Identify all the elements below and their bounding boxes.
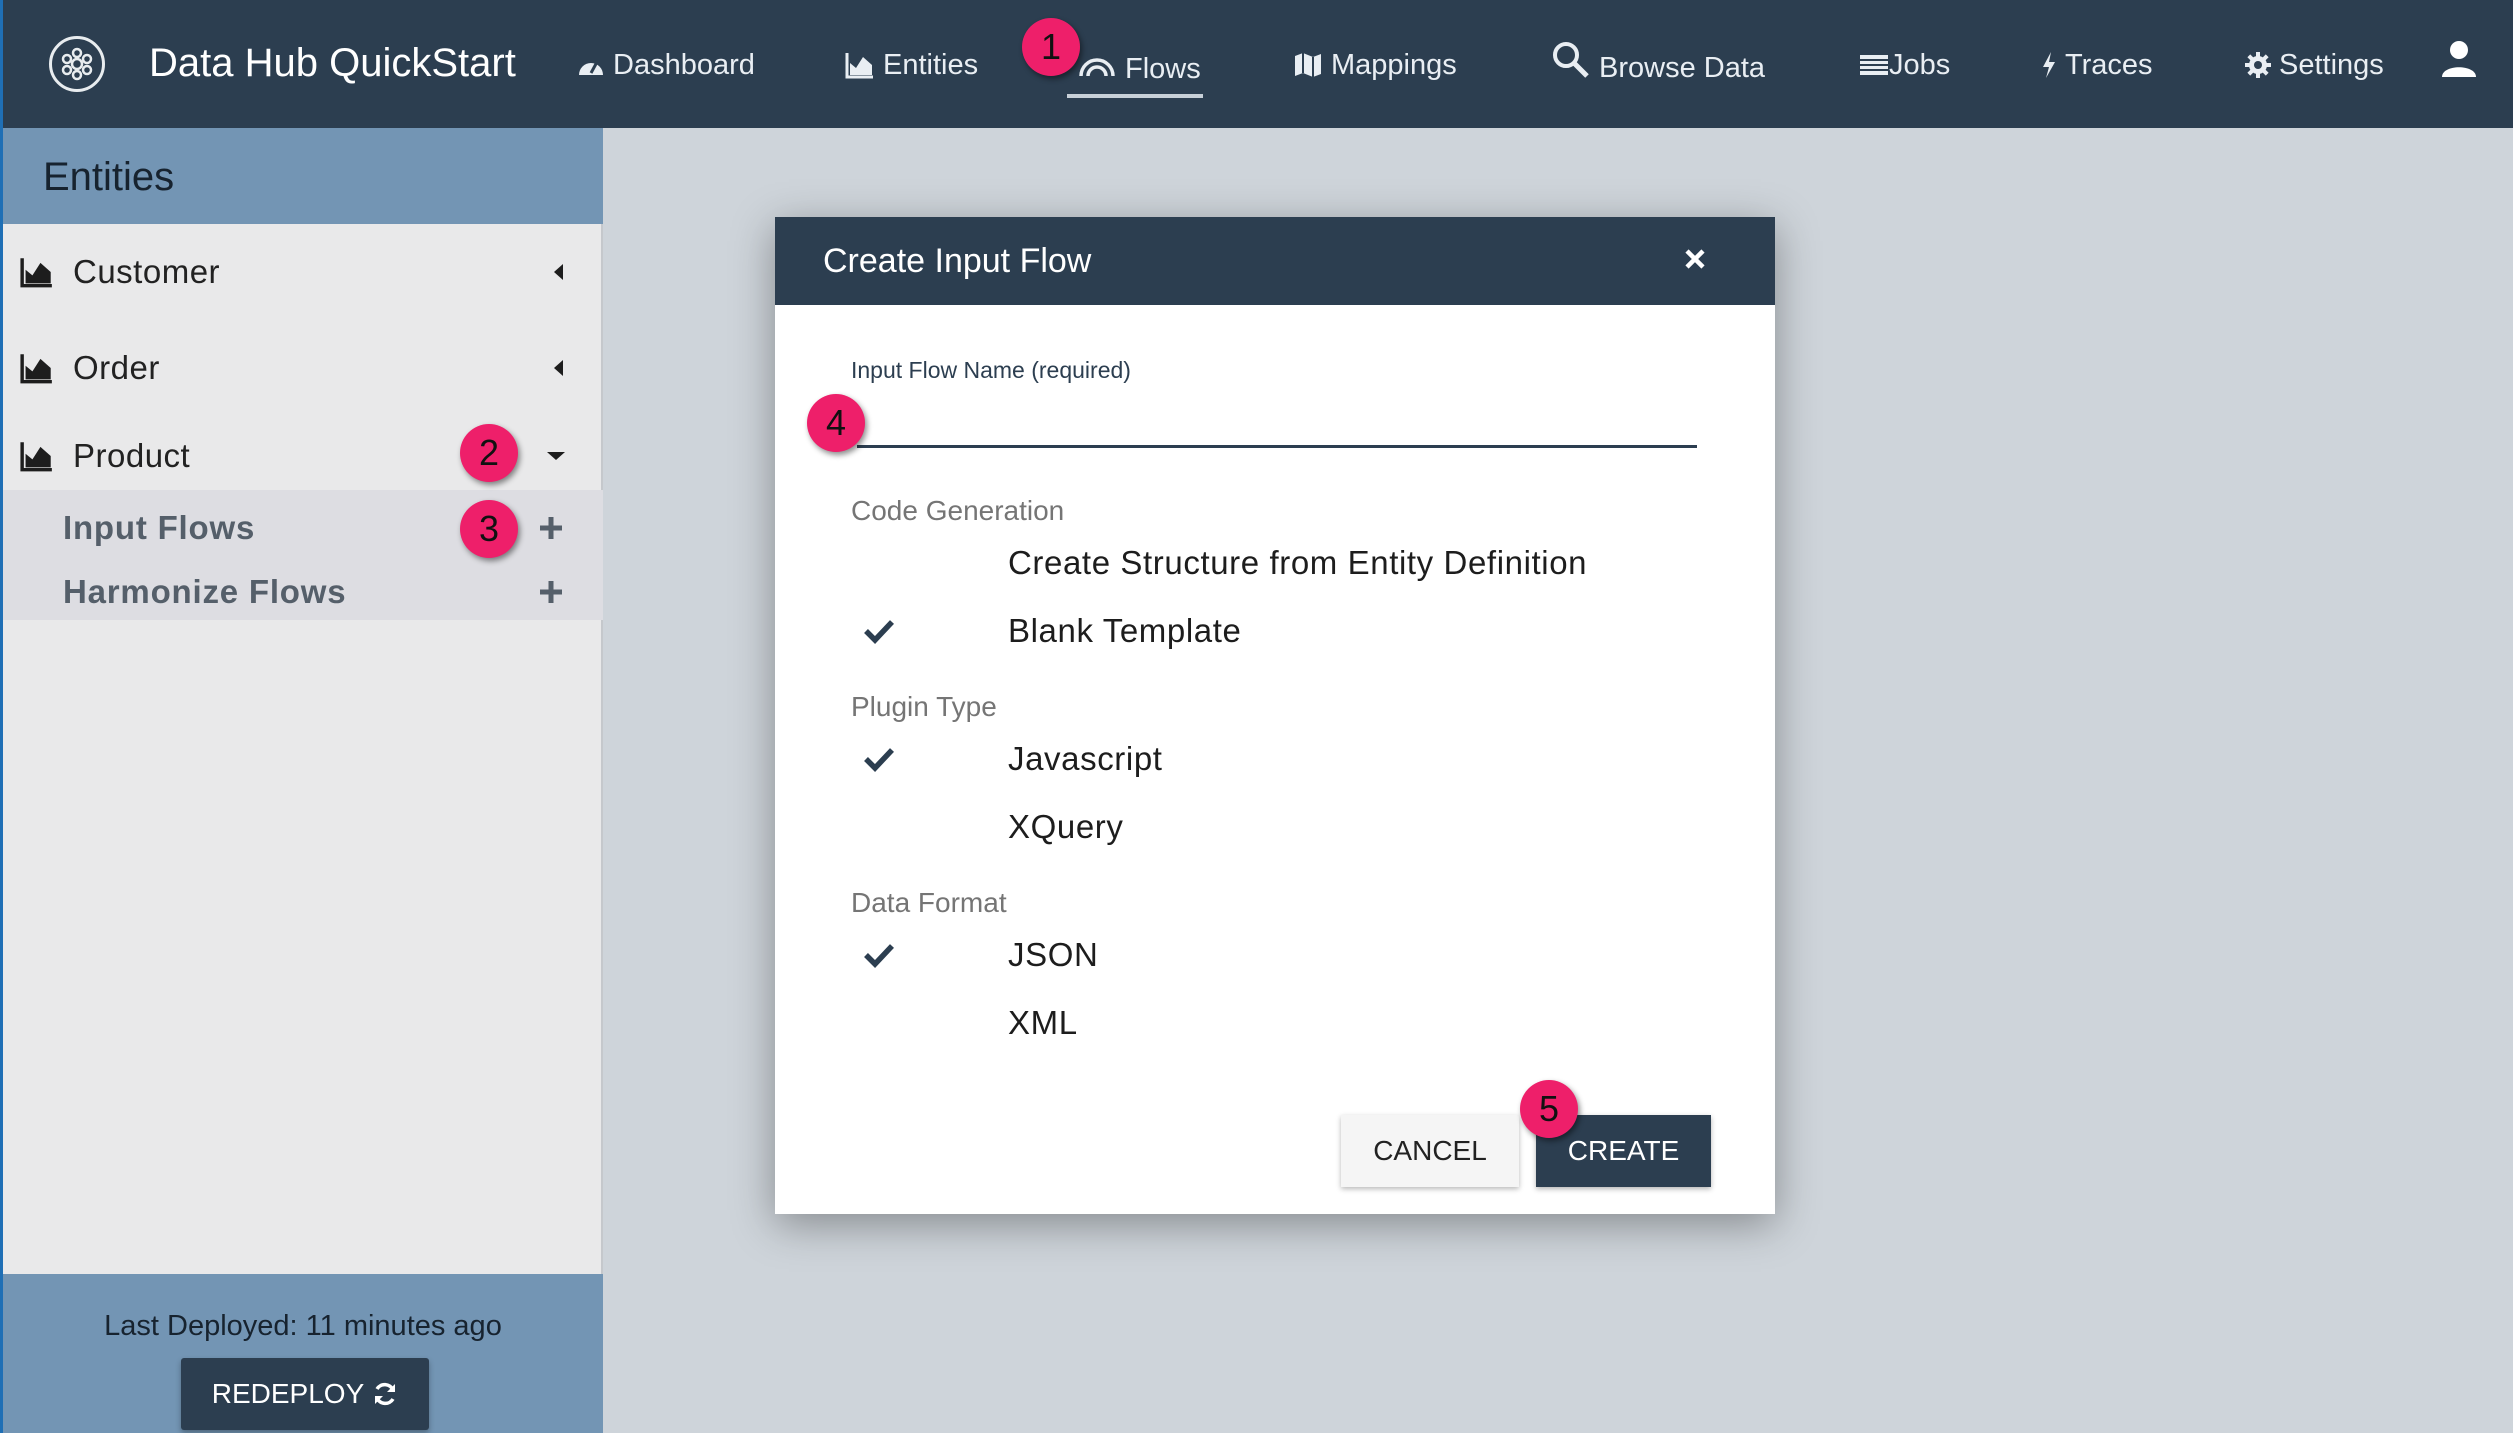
entity-label: Customer	[73, 253, 221, 290]
entities-sidebar: Entities Customer Order Product Input Fl…	[0, 128, 603, 1433]
option-label: XQuery	[1008, 808, 1124, 845]
callout-marker-3: 3	[460, 500, 518, 558]
data-hub-logo-icon[interactable]	[49, 36, 105, 92]
last-deployed-text: Last Deployed: 11 minutes ago	[104, 1310, 502, 1342]
entity-label: Order	[73, 349, 160, 386]
nav-jobs-label: Jobs	[1889, 49, 1951, 81]
option-javascript[interactable]: Javascript	[855, 733, 1615, 785]
checkmark-icon	[864, 944, 894, 968]
redeploy-label: REDEPLOY	[211, 1378, 365, 1409]
nav-browse-data[interactable]: Browse Data	[1551, 42, 1765, 88]
option-label: JSON	[1008, 936, 1099, 973]
refresh-icon	[375, 1382, 396, 1406]
area-chart-icon	[20, 354, 52, 384]
gear-icon	[2245, 52, 2271, 78]
data-format-label: Data Format	[851, 887, 1007, 918]
flow-item-harmonize-flows[interactable]: Harmonize Flows	[3, 564, 603, 620]
flow-name-input[interactable]	[857, 403, 1697, 448]
add-input-flow-plus-icon[interactable]	[539, 516, 563, 540]
nav-dashboard-label: Dashboard	[613, 49, 755, 81]
callout-marker-5: 5	[1520, 1080, 1578, 1138]
nav-mappings[interactable]: Mappings	[1293, 42, 1457, 88]
flow-name-label: Input Flow Name (required)	[851, 357, 1131, 383]
nav-browse-data-label: Browse Data	[1599, 52, 1766, 84]
option-json[interactable]: JSON	[855, 929, 1615, 981]
option-create-structure[interactable]: Create Structure from Entity Definition	[855, 537, 1615, 589]
option-blank-template[interactable]: Blank Template	[855, 605, 1615, 657]
create-input-flow-dialog: Create Input Flow Input Flow Name (requi…	[775, 217, 1775, 1214]
option-xquery[interactable]: XQuery	[855, 801, 1615, 853]
top-navbar: Data Hub QuickStart Dashboard Entities F…	[0, 0, 2513, 128]
nav-flows-label: Flows	[1125, 53, 1201, 85]
add-harmonize-flow-plus-icon[interactable]	[539, 580, 563, 604]
dialog-title: Create Input Flow	[823, 242, 1092, 280]
option-xml[interactable]: XML	[855, 997, 1615, 1049]
nav-settings[interactable]: Settings	[2245, 42, 2384, 88]
flow-label: Input Flows	[63, 509, 256, 546]
entity-label: Product	[73, 437, 191, 474]
nav-traces[interactable]: Traces	[2041, 42, 2153, 88]
nav-mappings-label: Mappings	[1331, 49, 1457, 81]
nav-dashboard[interactable]: Dashboard	[577, 42, 755, 88]
nav-traces-label: Traces	[2065, 49, 2153, 81]
dialog-header: Create Input Flow	[775, 217, 1775, 305]
caret-down-icon[interactable]	[545, 449, 567, 463]
nav-entities-label: Entities	[883, 49, 979, 81]
option-label: Create Structure from Entity Definition	[1008, 544, 1588, 581]
redeploy-button[interactable]: REDEPLOY	[181, 1358, 429, 1430]
callout-marker-1: 1	[1022, 18, 1080, 76]
user-icon[interactable]	[2441, 40, 2477, 78]
sidebar-footer: Last Deployed: 11 minutes ago REDEPLOY	[3, 1274, 603, 1433]
bolt-icon	[2043, 52, 2055, 78]
nav-entities[interactable]: Entities	[845, 42, 978, 88]
checkmark-icon	[864, 620, 894, 644]
entity-item-customer[interactable]: Customer	[3, 242, 603, 302]
code-generation-label: Code Generation	[851, 495, 1065, 526]
dashboard-icon	[579, 61, 603, 75]
nav-flows[interactable]: Flows	[1077, 42, 1201, 88]
nav-jobs[interactable]: Jobs	[1859, 42, 1950, 88]
active-tab-underline	[1067, 94, 1203, 98]
area-chart-icon	[20, 442, 52, 472]
map-icon	[1295, 53, 1321, 77]
sidebar-header: Entities	[3, 128, 603, 224]
callout-marker-4: 4	[807, 394, 865, 452]
option-label: Javascript	[1008, 740, 1163, 777]
product-flows-panel: Input Flows Harmonize Flows	[3, 490, 603, 620]
option-label: Blank Template	[1008, 612, 1242, 649]
app-title[interactable]: Data Hub QuickStart	[149, 38, 516, 88]
close-icon[interactable]	[1683, 247, 1707, 271]
flow-label: Harmonize Flows	[63, 573, 347, 610]
sidebar-title: Entities	[43, 155, 175, 199]
entity-item-order[interactable]: Order	[3, 338, 603, 398]
checkmark-icon	[864, 748, 894, 772]
area-chart-icon	[20, 258, 52, 288]
callout-marker-2: 2	[460, 424, 518, 482]
plugin-type-label: Plugin Type	[851, 691, 997, 722]
caret-left-icon[interactable]	[551, 262, 565, 282]
option-label: XML	[1008, 1004, 1078, 1041]
flows-arc-icon	[1079, 58, 1115, 77]
caret-left-icon[interactable]	[551, 358, 565, 378]
nav-settings-label: Settings	[2279, 49, 2384, 81]
cancel-button[interactable]: CANCEL	[1341, 1115, 1519, 1187]
list-icon	[1860, 55, 1888, 75]
area-chart-icon	[845, 53, 873, 79]
search-icon	[1553, 42, 1589, 78]
